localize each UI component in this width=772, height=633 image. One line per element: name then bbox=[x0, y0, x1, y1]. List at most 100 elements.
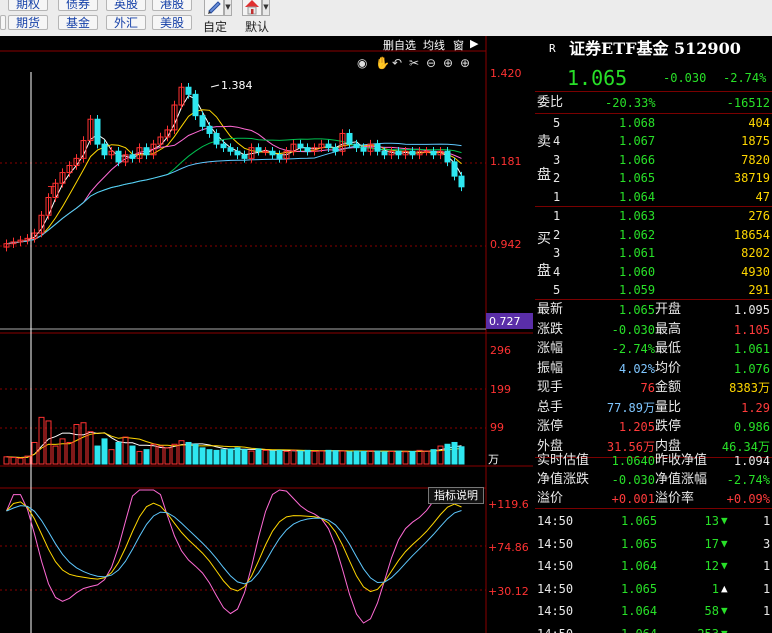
remove-watchlist-button[interactable]: 删自选 bbox=[383, 37, 416, 53]
fund-row: 实时估值 1.0640 昨收净值 1.094 bbox=[535, 451, 772, 471]
tick-price: 1.064 bbox=[621, 604, 658, 619]
sell-volume: 38719 bbox=[733, 171, 770, 186]
volume-bar bbox=[108, 449, 115, 465]
buy-price: 1.062 bbox=[619, 227, 656, 242]
high-price-label: 1.384 bbox=[221, 79, 253, 92]
tab-us-stocks[interactable]: 美股 bbox=[152, 15, 192, 30]
candle-body bbox=[458, 175, 465, 188]
stat-row: 现手 76 金额 8383万 bbox=[535, 378, 772, 398]
tick-price: 1.064 bbox=[621, 559, 658, 574]
add-icon[interactable]: ⊕ bbox=[460, 56, 470, 70]
price-row: 1.065 -0.030 -2.74% bbox=[535, 66, 772, 90]
buy-level-row[interactable]: 2 1.062 18654 bbox=[535, 226, 772, 244]
tick-price: 1.065 bbox=[621, 581, 658, 596]
default-dropdown-icon[interactable]: ▼ bbox=[262, 0, 270, 16]
tick-volume: 58 bbox=[704, 604, 719, 619]
tab-funds[interactable]: 基金 bbox=[58, 15, 98, 30]
stat-label: 总手 bbox=[537, 399, 564, 415]
tab-futures[interactable]: 期货 bbox=[8, 15, 48, 30]
tick-extra: 1 bbox=[763, 559, 771, 574]
hand-icon[interactable]: ✋ bbox=[375, 56, 390, 70]
stat-row: 涨幅 -2.74% 最低 1.061 bbox=[535, 339, 772, 359]
volume-bar bbox=[290, 449, 297, 465]
buy-volume: 276 bbox=[748, 209, 770, 223]
volume-bar bbox=[87, 431, 94, 465]
tab-options[interactable]: 期权 bbox=[8, 0, 48, 11]
eye-icon[interactable]: ◉ bbox=[357, 56, 367, 70]
stat-label: 最高 bbox=[655, 321, 682, 337]
sell-price: 1.066 bbox=[619, 152, 656, 167]
weibi-pct: -20.33% bbox=[605, 96, 656, 110]
stat-label: 量比 bbox=[655, 399, 682, 415]
stat-value: 1.061 bbox=[733, 342, 770, 356]
stat-label: 均价 bbox=[655, 360, 682, 376]
candle-body bbox=[115, 150, 122, 163]
volume-bar bbox=[402, 451, 409, 465]
volume-bar bbox=[325, 449, 332, 465]
sell-level-row[interactable]: 4 1.067 1875 bbox=[535, 132, 772, 150]
stat-row: 最新 1.065 开盘 1.095 bbox=[535, 300, 772, 320]
kline-chart-svg[interactable]: 1.384 T 1.420 1.181 0.942 0.727 296 199 … bbox=[0, 36, 533, 633]
home-icon[interactable] bbox=[242, 0, 262, 16]
volume-bar bbox=[430, 449, 437, 465]
tab-forex[interactable]: 外汇 bbox=[106, 15, 146, 30]
buy-level-row[interactable]: 4 1.060 4930 bbox=[535, 263, 772, 281]
stat-label: 涨幅 bbox=[537, 341, 564, 356]
window-button[interactable]: 窗 bbox=[453, 37, 464, 53]
buy-level-row[interactable]: 3 1.061 8202 bbox=[535, 244, 772, 262]
volume-bars bbox=[3, 416, 465, 465]
fund-label: 净值涨跌 bbox=[537, 472, 590, 487]
buy-price: 1.061 bbox=[619, 246, 656, 261]
volume-bar bbox=[353, 450, 360, 465]
volume-bar bbox=[52, 445, 59, 465]
collapse-arrow-icon[interactable]: ▶ bbox=[470, 37, 478, 50]
sell-level-row[interactable]: 5 1.068 404 bbox=[535, 114, 772, 132]
zoom-out-icon[interactable]: ⊖ bbox=[426, 56, 436, 70]
volume-bar bbox=[381, 451, 388, 465]
tab-bonds[interactable]: 债券 bbox=[58, 0, 98, 11]
buy-level: 3 bbox=[553, 246, 561, 261]
scissors-icon[interactable]: ✂ bbox=[409, 56, 419, 70]
fund-value: +0.09% bbox=[726, 492, 770, 506]
tick-row: 14:50 1.065 13 ▼ 1 bbox=[535, 510, 772, 532]
volume-bar bbox=[395, 450, 402, 465]
ma-line bbox=[6, 109, 462, 245]
sell-level-row[interactable]: 1 1.064 47 bbox=[535, 188, 772, 206]
volume-bar bbox=[192, 443, 199, 465]
volume-bar bbox=[220, 449, 227, 465]
tab-hk-stocks[interactable]: 港股 bbox=[152, 0, 192, 11]
undo-icon[interactable]: ↶ bbox=[392, 56, 402, 70]
fund-value: -0.030 bbox=[611, 473, 655, 487]
fund-label: 昨收净值 bbox=[655, 453, 708, 468]
sell-price: 1.068 bbox=[619, 116, 656, 130]
moving-average-lines bbox=[6, 94, 462, 245]
custom-label: 自定 bbox=[203, 20, 228, 34]
candle-body bbox=[423, 150, 430, 153]
buy-level-row[interactable]: 1 1.063 276 bbox=[535, 207, 772, 225]
volume-bar bbox=[297, 450, 304, 465]
tab-uk-stocks[interactable]: 英股 bbox=[106, 0, 146, 11]
tick-row: 14:50 1.064 12 ▼ 1 bbox=[535, 555, 772, 577]
volume-bar bbox=[66, 441, 73, 465]
candle-body bbox=[451, 161, 458, 177]
candle-body bbox=[409, 150, 416, 156]
custom-dropdown-icon[interactable]: ▼ bbox=[224, 0, 232, 16]
indicator-description-button[interactable]: 指标说明 bbox=[428, 487, 484, 504]
zoom-in-icon[interactable]: ⊕ bbox=[443, 56, 453, 70]
pencil-icon[interactable] bbox=[204, 0, 224, 16]
volume-bar bbox=[444, 443, 451, 465]
tab-edge[interactable] bbox=[0, 15, 6, 30]
volume-bar bbox=[437, 445, 444, 465]
sell-level-row[interactable]: 3 1.066 7820 bbox=[535, 151, 772, 169]
kline-chart-area[interactable]: 1.384 T 1.420 1.181 0.942 0.727 296 199 … bbox=[0, 36, 533, 633]
volume-bar bbox=[122, 436, 129, 465]
moving-average-button[interactable]: 均线 bbox=[423, 37, 445, 53]
default-label: 默认 bbox=[245, 20, 270, 34]
sell-level-row[interactable]: 2 1.065 38719 bbox=[535, 169, 772, 187]
volume-bar bbox=[101, 438, 108, 465]
candle-body bbox=[381, 150, 388, 156]
buy-level: 1 bbox=[553, 209, 561, 223]
volume-bar bbox=[255, 448, 262, 465]
volume-bar bbox=[283, 450, 290, 465]
buy-level-row[interactable]: 5 1.059 291 bbox=[535, 281, 772, 299]
